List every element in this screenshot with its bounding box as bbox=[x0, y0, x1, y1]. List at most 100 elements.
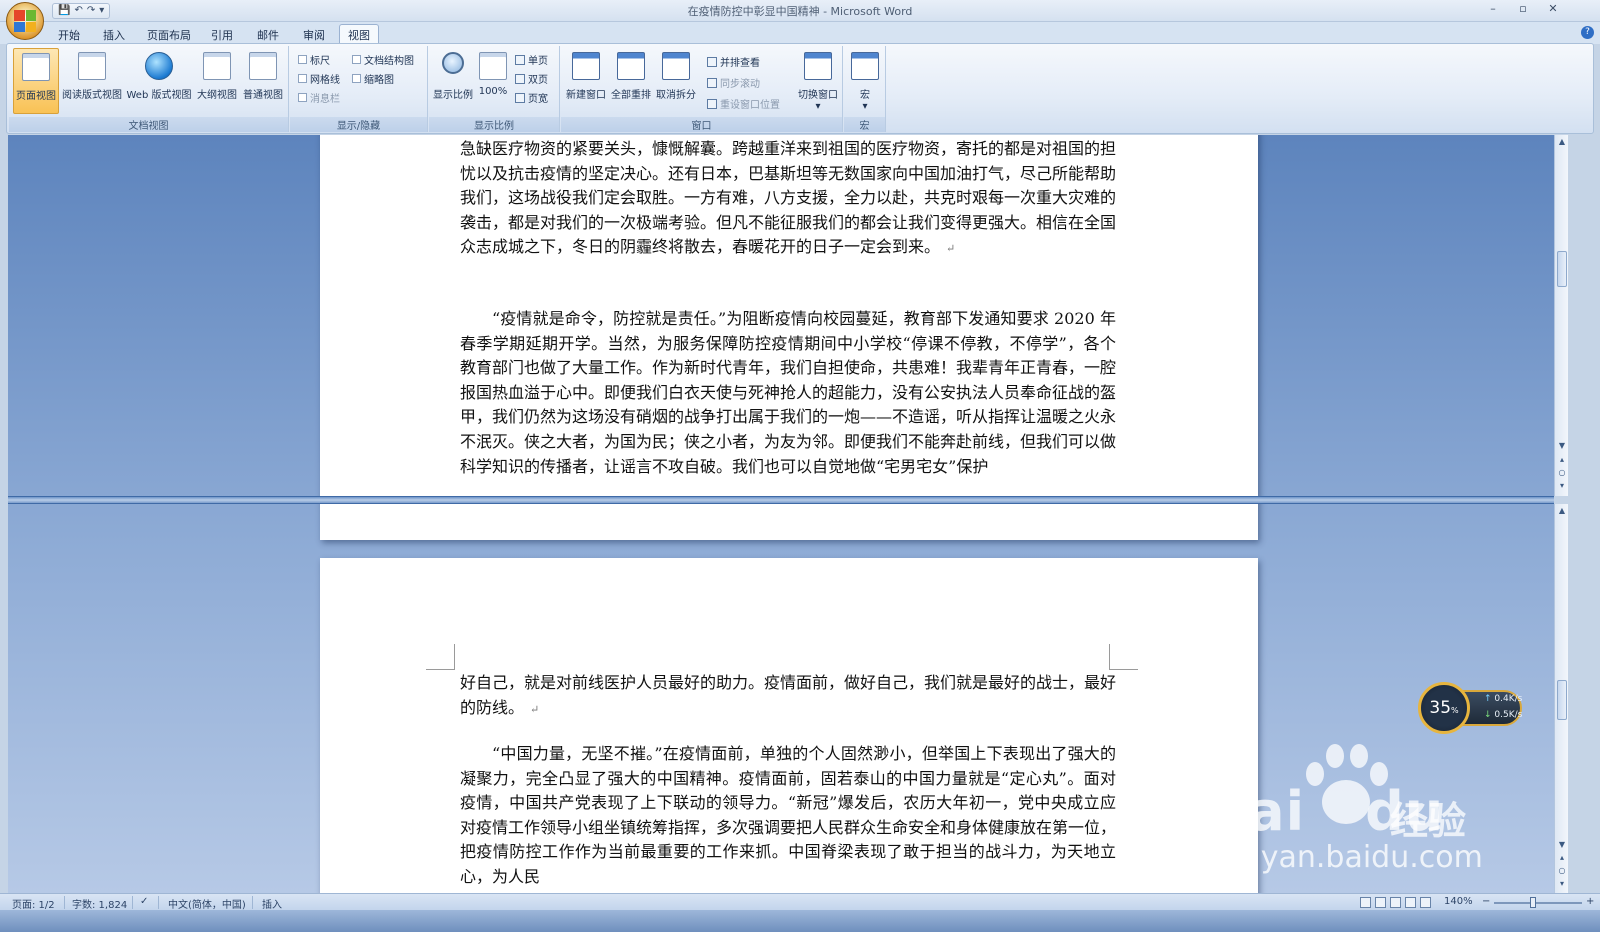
web-layout-label: Web 版式视图 bbox=[126, 90, 192, 101]
crop-mark bbox=[1109, 644, 1138, 670]
scroll-up-icon[interactable]: ▲ bbox=[1555, 506, 1569, 515]
reset-position-icon bbox=[707, 98, 717, 109]
view-side-by-side-button[interactable]: 并排查看 bbox=[707, 54, 760, 69]
insert-mode-indicator[interactable]: 插入 bbox=[262, 896, 282, 911]
tab-page-layout[interactable]: 页面布局 bbox=[139, 25, 199, 45]
message-bar-checkbox[interactable]: 消息栏 bbox=[298, 90, 340, 105]
web-layout-view-icon[interactable] bbox=[1390, 897, 1401, 908]
scroll-down-icon[interactable]: ▼ bbox=[1555, 840, 1569, 849]
document-pane-top[interactable]: 急缺医疗物资的紧要关头，慷慨解囊。跨越重洋来到祖国的医疗物资，寄托的都是对祖国的… bbox=[8, 135, 1554, 498]
select-browse-object-icon[interactable]: ○ bbox=[1555, 468, 1569, 477]
zoom-label: 显示比例 bbox=[433, 90, 473, 101]
remove-split-button[interactable]: 取消拆分 bbox=[654, 48, 698, 114]
office-button[interactable] bbox=[6, 2, 44, 40]
new-window-button[interactable]: 新建窗口 bbox=[563, 48, 609, 114]
download-speed: ↓ 0.5K/s bbox=[1484, 710, 1523, 720]
thumbnails-checkbox[interactable]: 缩略图 bbox=[352, 71, 394, 86]
remove-split-icon bbox=[662, 52, 690, 80]
macros-button[interactable]: 宏 ▾ bbox=[848, 48, 882, 114]
cpu-usage-circle: 35% bbox=[1418, 682, 1470, 734]
print-layout-button[interactable]: 页面视图 bbox=[13, 48, 59, 114]
outline-view-icon[interactable] bbox=[1405, 897, 1416, 908]
ruler-checkbox[interactable]: 标尺 bbox=[298, 52, 330, 67]
vertical-scrollbar-bottom[interactable]: ▲ ▼ ▴ ○ ▾ bbox=[1554, 504, 1568, 893]
previous-page-icon[interactable]: ▴ bbox=[1555, 853, 1569, 862]
tab-home[interactable]: 开始 bbox=[50, 25, 88, 45]
word-count[interactable]: 字数: 1,824 bbox=[72, 896, 127, 911]
group-label-document-views: 文档视图 bbox=[9, 117, 288, 132]
document-pane-bottom[interactable]: 好自己，就是对前线医护人员最好的助力。疫情面前，做好自己，我们就是最好的战士，最… bbox=[8, 504, 1554, 893]
reading-view-icon[interactable] bbox=[1375, 897, 1386, 908]
switch-windows-label: 切换窗口 bbox=[798, 90, 838, 101]
usage-percent: 35 bbox=[1429, 698, 1452, 718]
scroll-thumb[interactable] bbox=[1557, 680, 1567, 720]
zoom-level[interactable]: 140% bbox=[1444, 896, 1473, 907]
select-browse-object-icon[interactable]: ○ bbox=[1555, 866, 1569, 875]
vertical-scrollbar-top[interactable]: ▲ ▼ ▴ ○ ▾ bbox=[1554, 135, 1568, 496]
switch-windows-icon bbox=[804, 52, 832, 80]
paragraph[interactable]: 好自己，就是对前线医护人员最好的助力。疫情面前，做好自己，我们就是最好的战士，最… bbox=[460, 671, 1116, 722]
one-page-button[interactable]: 单页 bbox=[515, 52, 548, 67]
scroll-thumb[interactable] bbox=[1557, 251, 1567, 287]
sync-scroll-icon bbox=[707, 77, 717, 88]
paragraph[interactable]: “中国力量，无坚不摧。”在疫情面前，单独的个人固然渺小，但举国上下表现出了强大的… bbox=[460, 742, 1116, 890]
draft-view-icon[interactable] bbox=[1420, 897, 1431, 908]
ribbon: 页面视图 阅读版式视图 Web 版式视图 大纲视图 普通视图 文档视图 标尺 网… bbox=[6, 43, 1594, 134]
group-macros: 宏 ▾ 宏 bbox=[844, 46, 886, 132]
document-area[interactable]: 急缺医疗物资的紧要关头，慷慨解囊。跨越重洋来到祖国的医疗物资，寄托的都是对祖国的… bbox=[8, 135, 1554, 893]
outline-icon bbox=[203, 52, 231, 80]
document-map-checkbox[interactable]: 文档结构图 bbox=[352, 52, 414, 67]
ribbon-tabs: 开始 插入 页面布局 引用 邮件 审阅 视图 bbox=[0, 22, 1600, 44]
proofing-icon[interactable]: ✓ bbox=[140, 896, 148, 907]
maximize-button[interactable]: ▫ bbox=[1512, 2, 1534, 15]
outline-button[interactable]: 大纲视图 bbox=[195, 48, 239, 114]
next-page-icon[interactable]: ▾ bbox=[1555, 481, 1569, 490]
next-page-icon[interactable]: ▾ bbox=[1555, 879, 1569, 888]
switch-windows-button[interactable]: 切换窗口 ▾ bbox=[795, 48, 841, 114]
print-layout-view-icon[interactable] bbox=[1360, 897, 1371, 908]
tab-review[interactable]: 审阅 bbox=[295, 25, 333, 45]
group-label-zoom: 显示比例 bbox=[429, 117, 559, 132]
paragraph[interactable]: “疫情就是命令，防控就是责任。”为阻断疫情向校园蔓延，教育部下发通知要求 202… bbox=[460, 307, 1116, 479]
paragraph[interactable]: 急缺医疗物资的紧要关头，慷慨解囊。跨越重洋来到祖国的医疗物资，寄托的都是对祖国的… bbox=[460, 137, 1116, 262]
web-layout-button[interactable]: Web 版式视图 bbox=[126, 48, 192, 114]
zoom-slider-track[interactable] bbox=[1494, 902, 1582, 904]
gridlines-checkbox[interactable]: 网格线 bbox=[298, 71, 340, 86]
draft-label: 普通视图 bbox=[243, 90, 283, 101]
group-window: 新建窗口 全部重排 取消拆分 并排查看 同步滚动 重设窗口位置 切换窗口 ▾ 窗… bbox=[561, 46, 843, 132]
zoom-in-icon[interactable]: + bbox=[1586, 896, 1594, 907]
close-button[interactable]: ✕ bbox=[1542, 2, 1564, 15]
reset-window-position-button[interactable]: 重设窗口位置 bbox=[707, 96, 780, 111]
new-window-icon bbox=[572, 52, 600, 80]
group-show-hide: 标尺 网格线 消息栏 文档结构图 缩略图 显示/隐藏 bbox=[290, 46, 428, 132]
group-label-show-hide: 显示/隐藏 bbox=[290, 117, 427, 132]
status-bar: 页面: 1/2 字数: 1,824 ✓ 中文(简体，中国) 插入 140% − … bbox=[0, 893, 1600, 911]
zoom-100-label: 100% bbox=[478, 86, 508, 97]
page-1-bottom[interactable] bbox=[320, 504, 1258, 540]
tab-insert[interactable]: 插入 bbox=[95, 25, 133, 45]
zoom-slider-knob[interactable] bbox=[1530, 897, 1536, 908]
previous-page-icon[interactable]: ▴ bbox=[1555, 455, 1569, 464]
page-count[interactable]: 页面: 1/2 bbox=[12, 896, 55, 911]
tab-mailings[interactable]: 邮件 bbox=[249, 25, 287, 45]
zoom-button[interactable]: 显示比例 bbox=[431, 48, 475, 114]
full-screen-reading-button[interactable]: 阅读版式视图 bbox=[61, 48, 123, 114]
synchronous-scrolling-button[interactable]: 同步滚动 bbox=[707, 75, 760, 90]
minimize-button[interactable]: – bbox=[1482, 2, 1504, 15]
new-window-label: 新建窗口 bbox=[566, 90, 606, 101]
window-split-bar[interactable] bbox=[8, 496, 1554, 504]
page-width-button[interactable]: 页宽 bbox=[515, 90, 548, 105]
network-speed-widget[interactable]: 35% ↑ 0.4K/s ↓ 0.5K/s bbox=[1418, 682, 1522, 734]
scroll-up-icon[interactable]: ▲ bbox=[1555, 137, 1569, 146]
zoom-out-icon[interactable]: − bbox=[1482, 896, 1490, 907]
draft-button[interactable]: 普通视图 bbox=[241, 48, 285, 114]
reading-view-label: 阅读版式视图 bbox=[62, 90, 122, 101]
help-icon[interactable]: ? bbox=[1581, 26, 1594, 39]
tab-references[interactable]: 引用 bbox=[203, 25, 241, 45]
arrange-all-button[interactable]: 全部重排 bbox=[609, 48, 653, 114]
two-pages-button[interactable]: 双页 bbox=[515, 71, 548, 86]
language-indicator[interactable]: 中文(简体，中国) bbox=[168, 896, 246, 911]
zoom-100-button[interactable]: 100% bbox=[477, 48, 509, 114]
scroll-down-icon[interactable]: ▼ bbox=[1555, 441, 1569, 450]
tab-view[interactable]: 视图 bbox=[339, 24, 379, 44]
